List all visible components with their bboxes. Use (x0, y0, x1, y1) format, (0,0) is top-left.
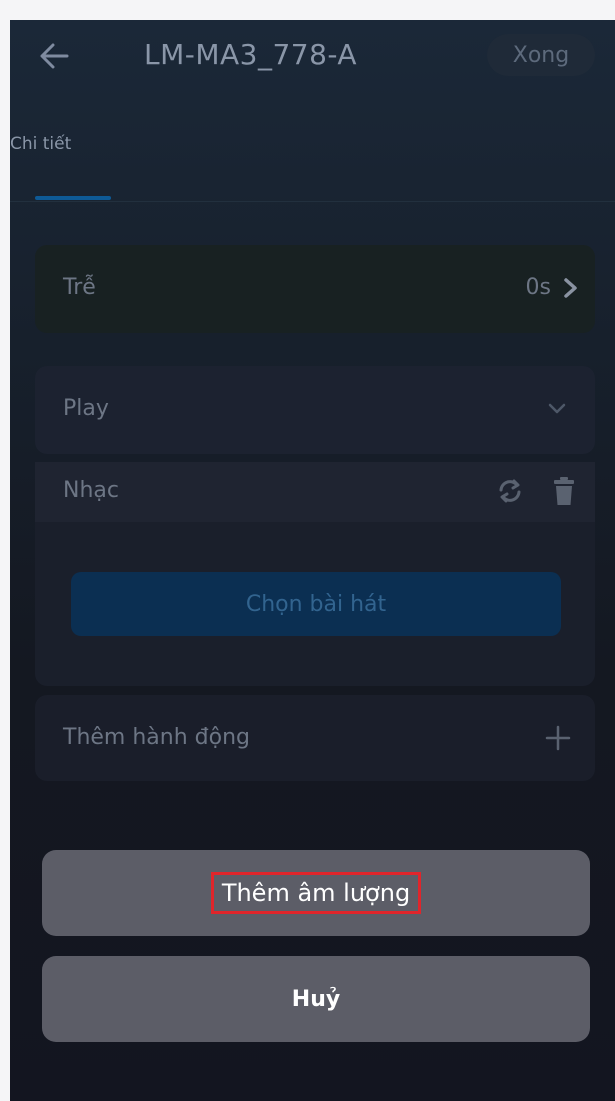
done-button[interactable]: Xong (487, 34, 595, 76)
active-tab-indicator (35, 196, 111, 200)
trash-icon[interactable] (553, 476, 575, 506)
tab-divider (10, 201, 615, 202)
add-volume-button[interactable]: Thêm âm lượng (42, 850, 590, 936)
play-row[interactable]: Play (35, 366, 595, 454)
page-title: LM-MA3_778-A (144, 38, 358, 71)
arrow-left-icon (40, 43, 69, 69)
add-action-row[interactable]: Thêm hành động (35, 695, 595, 781)
tab-details-label: Chi tiết (10, 134, 72, 154)
delay-label: Trễ (63, 275, 96, 300)
back-button[interactable] (34, 36, 74, 76)
choose-song-button[interactable]: Chọn bài hát (71, 572, 561, 636)
play-label: Play (63, 396, 109, 421)
delay-row[interactable]: Trễ 0s (35, 245, 595, 333)
chevron-down-icon (548, 403, 566, 414)
add-action-label: Thêm hành động (63, 725, 250, 750)
plus-icon (545, 725, 571, 751)
sync-icon[interactable] (495, 476, 525, 506)
cancel-label: Huỷ (291, 986, 341, 1012)
add-volume-label: Thêm âm lượng (210, 872, 422, 914)
chevron-right-icon (564, 278, 577, 298)
tab-details[interactable]: Chi tiết (10, 130, 130, 200)
delay-value: 0s (525, 275, 551, 300)
top-bar: LM-MA3_778-A Xong (10, 20, 615, 100)
cancel-button[interactable]: Huỷ (42, 956, 590, 1042)
music-panel: Nhạc Chọn bài hát (35, 462, 595, 686)
app-screen: LM-MA3_778-A Xong Chi tiết Trễ 0s Play N… (10, 20, 615, 1101)
music-header: Nhạc (35, 462, 595, 522)
music-label: Nhạc (63, 478, 119, 503)
